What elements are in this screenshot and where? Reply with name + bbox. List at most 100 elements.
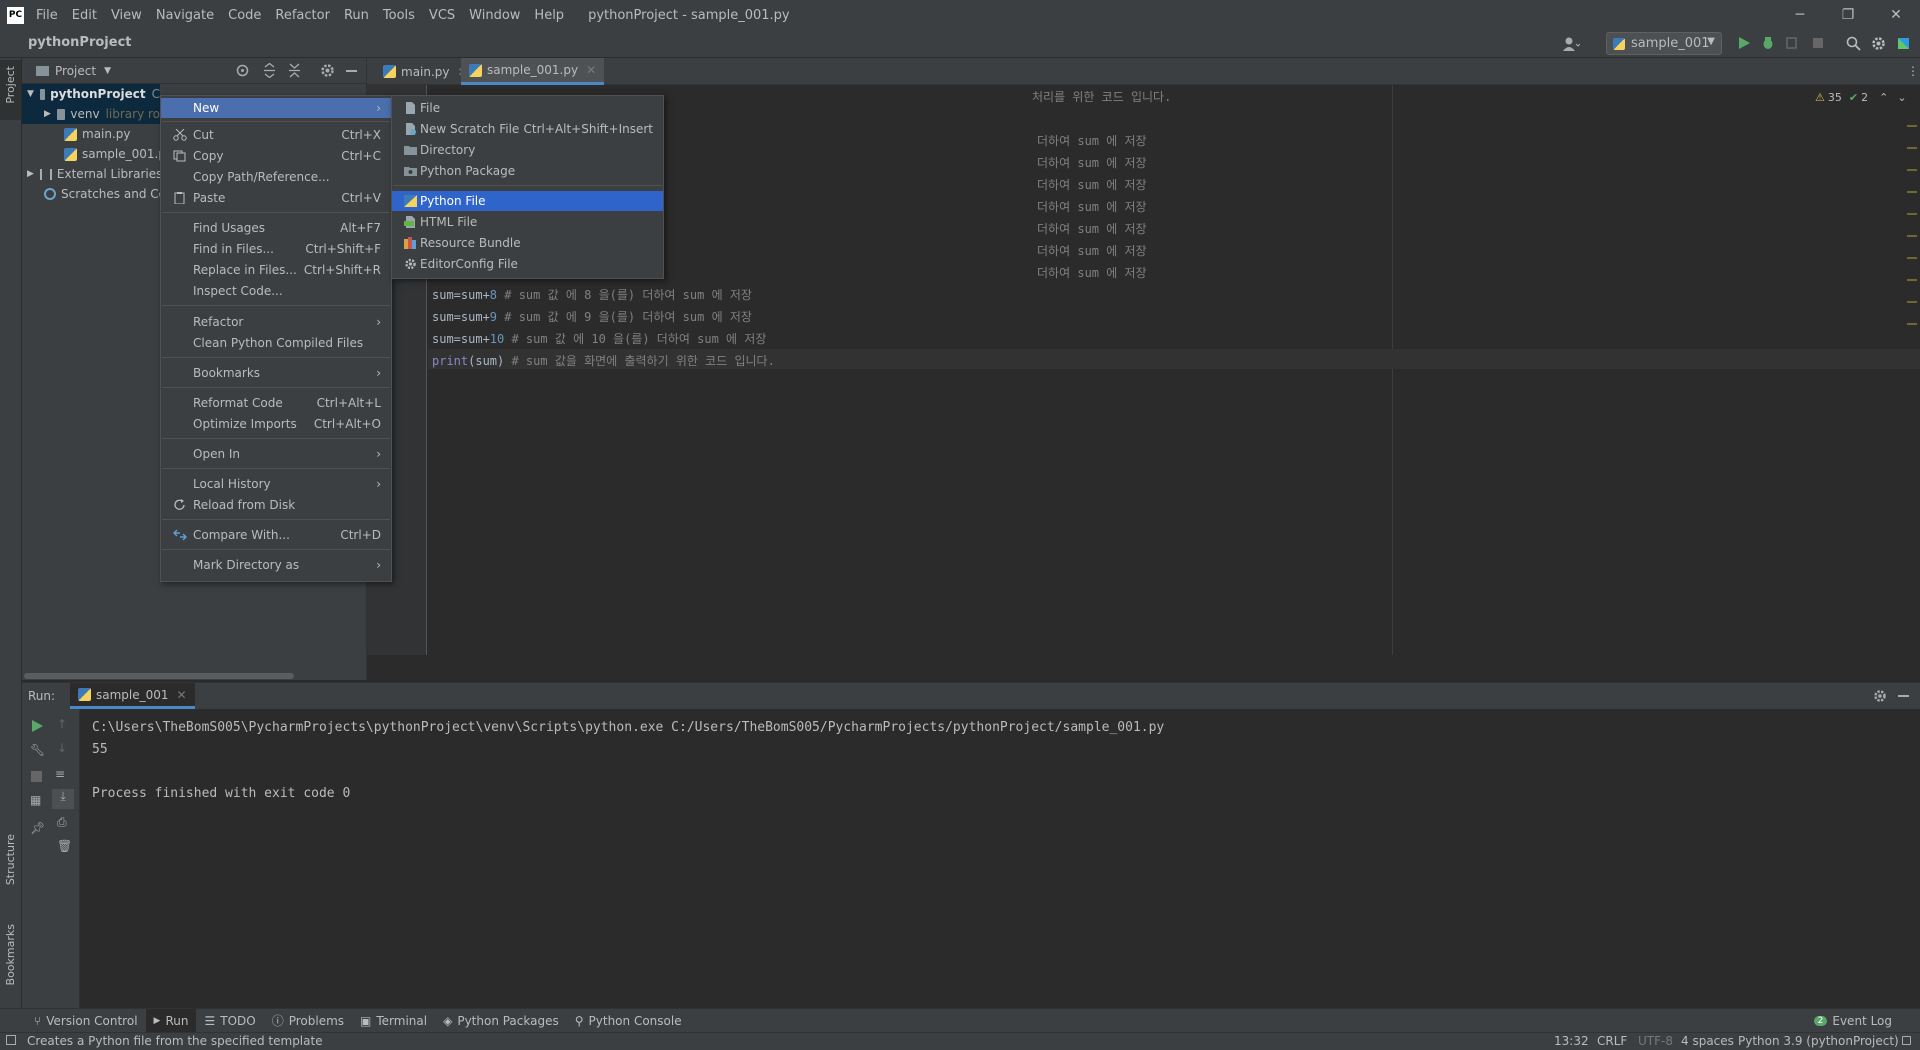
menu-item-bookmarks[interactable]: Bookmarks › bbox=[161, 363, 391, 383]
submenu-item-python-package[interactable]: Python Package bbox=[392, 161, 663, 181]
tool-todo[interactable]: ☰ TODO bbox=[196, 1009, 263, 1033]
gear-icon[interactable] bbox=[1871, 36, 1886, 51]
submenu-item-editorconfig[interactable]: EditorConfig File bbox=[392, 254, 663, 274]
menu-edit[interactable]: Edit bbox=[72, 8, 97, 23]
menu-view[interactable]: View bbox=[111, 8, 142, 23]
run-config-selector[interactable]: sample_001 ▼ bbox=[1606, 32, 1722, 55]
tab-sample-py[interactable]: sample_001.py ✕ bbox=[461, 58, 605, 85]
expand-all-icon[interactable] bbox=[262, 63, 277, 78]
tree-item-main-py[interactable]: main.py bbox=[64, 124, 131, 144]
menu-item-replace-in-files[interactable]: Replace in Files... Ctrl+Shift+R bbox=[161, 260, 391, 280]
close-icon[interactable]: ✕ bbox=[177, 688, 187, 702]
menu-item-reformat-code[interactable]: Reformat Code Ctrl+Alt+L bbox=[161, 393, 391, 413]
minimize-button[interactable]: ─ bbox=[1776, 0, 1824, 30]
collapse-all-icon[interactable] bbox=[287, 63, 302, 78]
tree-item-venv[interactable]: ▶ venv library ro bbox=[22, 104, 160, 124]
menu-tools[interactable]: Tools bbox=[383, 8, 415, 23]
layout-icon[interactable]: ▦ bbox=[30, 793, 41, 807]
error-stripe[interactable] bbox=[1907, 105, 1917, 345]
menu-item-inspect-code[interactable]: Inspect Code... bbox=[161, 281, 391, 301]
menu-refactor[interactable]: Refactor bbox=[275, 8, 330, 23]
run-tab[interactable]: sample_001 ✕ bbox=[70, 683, 195, 709]
lock-icon[interactable] bbox=[1902, 1036, 1911, 1045]
project-tool-button[interactable]: Project bbox=[0, 60, 21, 120]
tool-terminal[interactable]: ▣ Terminal bbox=[352, 1009, 435, 1033]
chevron-up-icon[interactable]: ⌃ bbox=[1879, 91, 1888, 104]
bookmarks-tool-button[interactable]: Bookmarks bbox=[0, 918, 21, 998]
menu-item-refactor[interactable]: Refactor › bbox=[161, 312, 391, 332]
more-options-icon[interactable]: ⋮ bbox=[1907, 64, 1919, 78]
stop-icon[interactable] bbox=[31, 771, 42, 782]
menu-item-copy[interactable]: Copy Ctrl+C bbox=[161, 146, 391, 166]
structure-tool-button[interactable]: Structure bbox=[0, 828, 21, 908]
menu-window[interactable]: Window bbox=[469, 8, 520, 23]
menu-item-compare-with[interactable]: Compare With... Ctrl+D bbox=[161, 525, 391, 545]
menu-item-find-usages[interactable]: Find Usages Alt+F7 bbox=[161, 218, 391, 238]
menu-file[interactable]: File bbox=[36, 8, 58, 23]
horizontal-scrollbar[interactable] bbox=[24, 673, 294, 679]
submenu-item-scratch[interactable]: New Scratch File Ctrl+Alt+Shift+Insert bbox=[392, 119, 663, 139]
rerun-icon[interactable] bbox=[30, 719, 44, 733]
jetbrains-icon[interactable] bbox=[1896, 36, 1911, 51]
tool-run[interactable]: ▶ Run bbox=[145, 1008, 197, 1033]
menu-item-paste[interactable]: Paste Ctrl+V bbox=[161, 188, 391, 208]
submenu-item-resource-bundle[interactable]: Resource Bundle bbox=[392, 233, 663, 253]
close-button[interactable]: ✕ bbox=[1872, 0, 1920, 30]
layout-icon[interactable] bbox=[6, 1035, 16, 1045]
wrench-icon[interactable]: 🔧︎ bbox=[30, 743, 45, 757]
gear-icon[interactable] bbox=[1873, 689, 1887, 703]
breadcrumb[interactable]: pythonProject bbox=[28, 35, 132, 50]
gear-icon[interactable] bbox=[320, 63, 335, 78]
tool-event-log[interactable]: 2 Event Log bbox=[1806, 1009, 1900, 1033]
tool-python-console[interactable]: ⚲ Python Console bbox=[567, 1009, 690, 1033]
interpreter-selector[interactable]: Python 3.9 (pythonProject) bbox=[1738, 1034, 1899, 1048]
debug-icon[interactable] bbox=[1761, 36, 1775, 50]
tool-python-packages[interactable]: ◈ Python Packages bbox=[435, 1009, 567, 1033]
locate-icon[interactable] bbox=[235, 63, 250, 78]
menu-item-copy-path[interactable]: Copy Path/Reference... bbox=[161, 167, 391, 187]
coverage-icon[interactable] bbox=[1785, 36, 1799, 50]
pin-icon[interactable]: 📌︎ bbox=[30, 821, 45, 835]
run-icon[interactable] bbox=[1737, 36, 1751, 50]
scroll-to-end-icon[interactable]: ⤓ bbox=[52, 789, 74, 809]
hide-panel-icon[interactable] bbox=[346, 70, 357, 72]
user-icon[interactable] bbox=[1562, 36, 1580, 52]
menu-item-clean-compiled[interactable]: Clean Python Compiled Files bbox=[161, 333, 391, 353]
up-arrow-icon[interactable]: ↑ bbox=[57, 717, 67, 731]
indent-setting[interactable]: 4 spaces bbox=[1681, 1034, 1734, 1048]
stop-icon[interactable] bbox=[1811, 36, 1825, 50]
search-icon[interactable] bbox=[1846, 36, 1861, 51]
menu-code[interactable]: Code bbox=[228, 8, 261, 23]
file-encoding[interactable]: UTF-8 bbox=[1638, 1034, 1673, 1048]
menu-run[interactable]: Run bbox=[344, 8, 369, 23]
tool-version-control[interactable]: ⑂ Version Control bbox=[26, 1009, 146, 1033]
soft-wrap-icon[interactable]: ≡ bbox=[55, 767, 65, 781]
print-icon[interactable]: ⎙ bbox=[57, 815, 67, 830]
menu-item-new[interactable]: New › bbox=[161, 98, 391, 118]
tree-item-project-root[interactable]: ▼ pythonProject C bbox=[22, 84, 160, 104]
project-panel-title[interactable]: Project bbox=[55, 64, 96, 78]
menu-item-mark-directory[interactable]: Mark Directory as › bbox=[161, 555, 391, 575]
caret-position[interactable]: 13:32 bbox=[1554, 1034, 1589, 1048]
restore-button[interactable]: ❐ bbox=[1824, 0, 1872, 30]
trash-icon[interactable]: 🗑︎ bbox=[57, 839, 72, 853]
chevron-down-icon[interactable]: ⌄ bbox=[1897, 91, 1906, 104]
submenu-item-file[interactable]: File bbox=[392, 98, 663, 118]
menu-navigate[interactable]: Navigate bbox=[156, 8, 214, 23]
menu-item-local-history[interactable]: Local History › bbox=[161, 474, 391, 494]
submenu-item-python-file[interactable]: Python File bbox=[392, 191, 663, 211]
inspection-widget[interactable]: ⚠ 35 ✔ 2 ⌃ ⌄ bbox=[1815, 91, 1907, 104]
down-arrow-icon[interactable]: ↓ bbox=[57, 741, 67, 755]
chevron-down-icon[interactable]: ▼ bbox=[104, 66, 111, 76]
menu-item-optimize-imports[interactable]: Optimize Imports Ctrl+Alt+O bbox=[161, 414, 391, 434]
submenu-item-directory[interactable]: Directory bbox=[392, 140, 663, 160]
menu-item-open-in[interactable]: Open In › bbox=[161, 444, 391, 464]
tree-item-scratches[interactable]: Scratches and Con bbox=[44, 184, 174, 204]
menu-item-find-in-files[interactable]: Find in Files... Ctrl+Shift+F bbox=[161, 239, 391, 259]
tree-item-sample-py[interactable]: sample_001.py bbox=[64, 144, 173, 164]
tool-problems[interactable]: ⓘ Problems bbox=[264, 1009, 352, 1033]
menu-item-cut[interactable]: Cut Ctrl+X bbox=[161, 125, 391, 145]
menu-vcs[interactable]: VCS bbox=[429, 8, 455, 23]
menu-help[interactable]: Help bbox=[534, 8, 564, 23]
line-separator[interactable]: CRLF bbox=[1597, 1034, 1627, 1048]
